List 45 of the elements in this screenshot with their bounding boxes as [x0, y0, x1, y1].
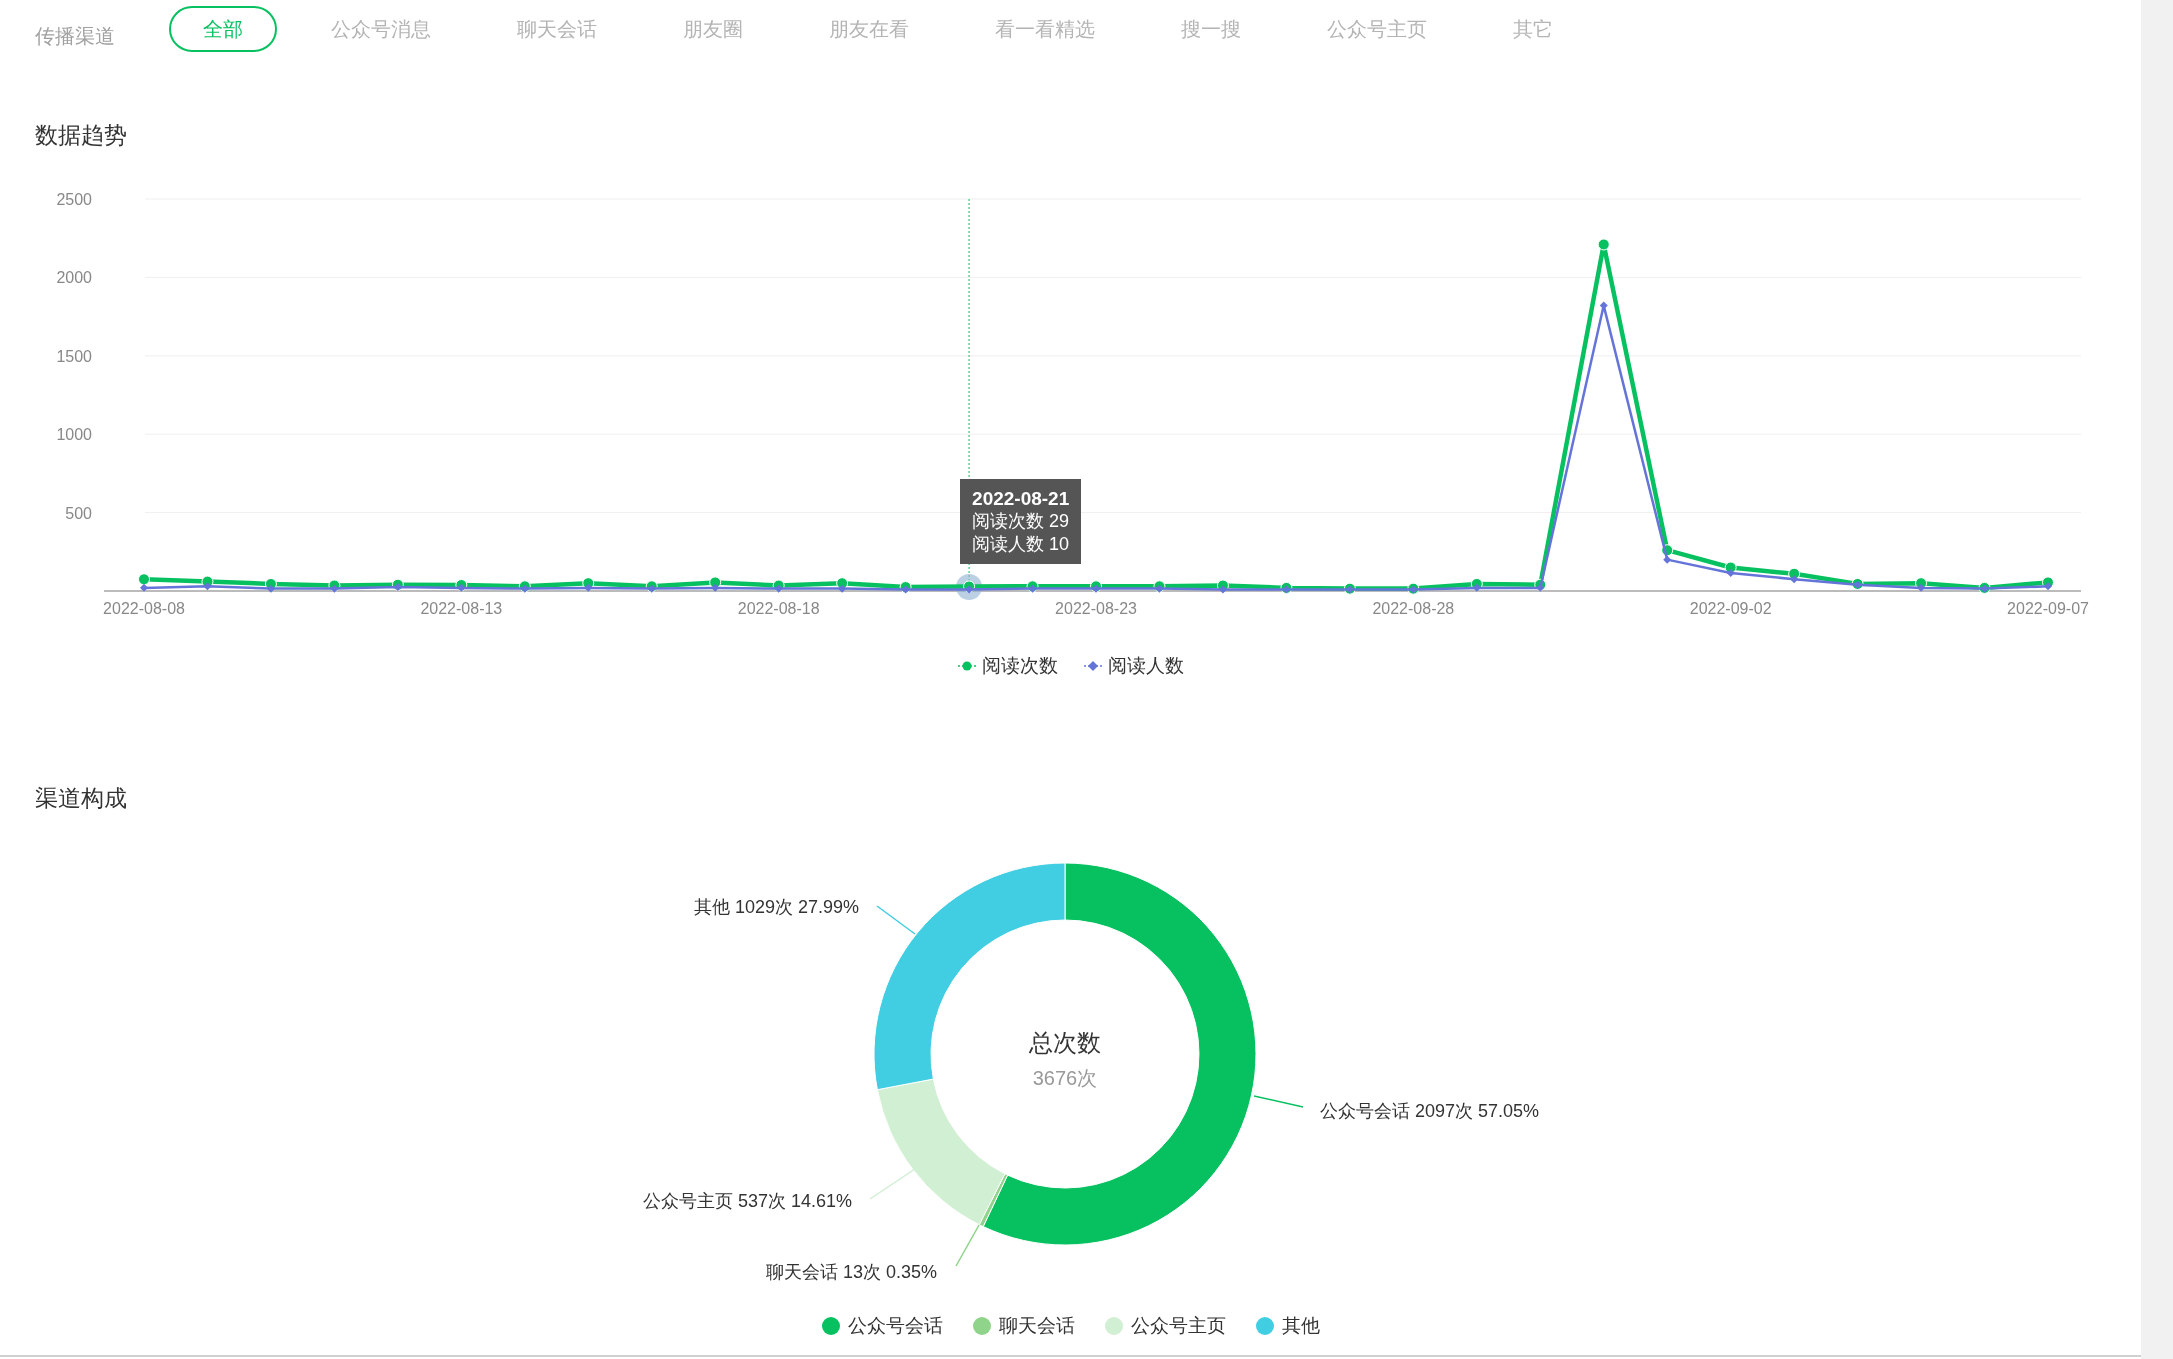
axis-label: 2022-08-13: [420, 600, 503, 617]
filter-label: 传播渠道: [35, 23, 115, 49]
channel-tab[interactable]: 看一看精选: [963, 6, 1127, 52]
legend-label[interactable]: 公众号主页: [1130, 1313, 1226, 1339]
leader-line: [1253, 1095, 1304, 1108]
data-point: [1597, 238, 1610, 251]
channel-tab[interactable]: 朋友在看: [797, 6, 941, 52]
tooltip-value: 阅读次数 29: [972, 510, 1070, 533]
section-title: 渠道构成: [35, 785, 127, 811]
channel-tab[interactable]: 朋友圈: [651, 6, 775, 52]
axis-label: 2022-08-18: [737, 600, 820, 617]
axis-label: 2022-08-23: [1055, 600, 1137, 617]
legend-label[interactable]: 阅读次数: [981, 653, 1058, 679]
channel-tab[interactable]: 全部: [169, 6, 277, 52]
axis-label: 2000: [56, 269, 92, 287]
axis-label: 1000: [56, 426, 92, 444]
legend-label[interactable]: 阅读人数: [1107, 653, 1184, 679]
channel-tab[interactable]: 公众号主页: [1295, 6, 1459, 52]
channel-tab[interactable]: 搜一搜: [1149, 6, 1273, 52]
channel-tab[interactable]: 其它: [1481, 6, 1585, 52]
axis-label: 2022-09-02: [1689, 600, 1772, 617]
tooltip-date: 2022-08-21: [972, 487, 1070, 510]
scrollbar[interactable]: [2141, 0, 2173, 1359]
slice-label: 公众号会话 2097次 57.05%: [1320, 1101, 1540, 1121]
slice-label: 其他 1029次 27.99%: [693, 897, 859, 917]
center-value: 3676次: [1032, 1067, 1098, 1089]
axis-label: 1500: [56, 347, 92, 365]
axis-label: 2022-08-28: [1372, 600, 1455, 617]
axis-label: 2022-09-07: [2007, 600, 2089, 617]
axis-label: 2500: [56, 191, 92, 208]
channel-tab[interactable]: 聊天会话: [485, 6, 629, 52]
leader-line: [876, 905, 916, 935]
axis-label: 500: [65, 504, 92, 522]
legend-label[interactable]: 聊天会话: [998, 1313, 1075, 1339]
channel-tab[interactable]: 公众号消息: [299, 6, 463, 52]
slice-label: 公众号主页 537次 14.61%: [642, 1191, 852, 1211]
axis-label: 2022-08-08: [103, 600, 185, 617]
data-point: [1599, 301, 1608, 310]
leader-line: [869, 1168, 916, 1200]
legend-label[interactable]: 其他: [1281, 1313, 1320, 1339]
center-title: 总次数: [1029, 1029, 1101, 1056]
tooltip-value: 阅读人数 10: [972, 533, 1070, 556]
slice-label: 聊天会话 13次 0.35%: [765, 1262, 937, 1282]
legend-label[interactable]: 公众号会话: [847, 1313, 943, 1339]
section-title: 数据趋势: [35, 122, 127, 148]
